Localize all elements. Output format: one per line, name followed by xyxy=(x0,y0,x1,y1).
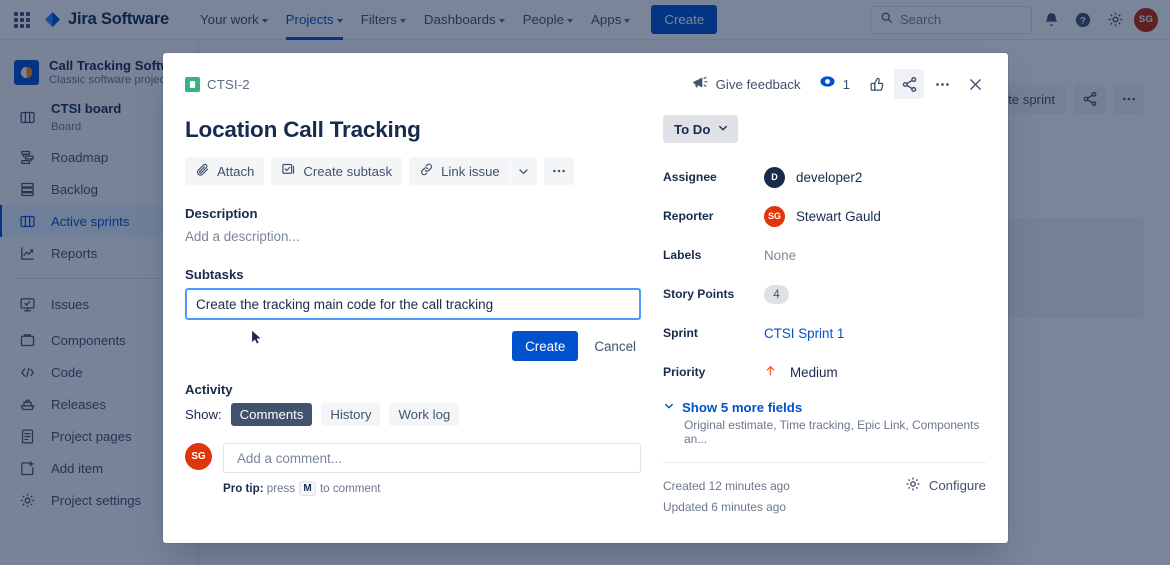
created-timestamp: Created 12 minutes ago xyxy=(663,479,790,493)
status-dropdown[interactable]: To Do xyxy=(663,115,739,143)
description-placeholder[interactable]: Add a description... xyxy=(185,227,641,246)
create-subtask-button[interactable]: Create subtask xyxy=(271,157,403,186)
add-comment-input[interactable]: Add a comment... xyxy=(223,443,641,474)
chevron-down-icon xyxy=(717,122,729,137)
issue-title[interactable]: Location Call Tracking xyxy=(185,116,641,144)
details-field-list: Assignee D developer2 Reporter SG Stewar… xyxy=(663,166,986,383)
issue-timestamps-row: Created 12 minutes ago Updated 6 minutes… xyxy=(663,476,986,518)
link-chain-icon xyxy=(419,162,434,180)
modal-body: Location Call Tracking Attach Create sub… xyxy=(163,101,1008,543)
attach-label: Attach xyxy=(217,163,255,179)
field-priority: Priority Medium xyxy=(663,361,986,383)
priority-value: Medium xyxy=(790,364,838,380)
field-sprint: Sprint CTSI Sprint 1 xyxy=(663,322,986,344)
tab-comments[interactable]: Comments xyxy=(230,403,313,427)
pro-tip-key: M xyxy=(299,481,316,497)
subtasks-label: Subtasks xyxy=(185,267,244,283)
avatar: SG xyxy=(764,205,785,227)
link-issue-split-button: Link issue xyxy=(409,157,537,186)
close-x-icon[interactable] xyxy=(960,69,990,99)
field-label: Reporter xyxy=(663,209,714,223)
more-horizontal-icon[interactable] xyxy=(927,69,957,99)
show-more-fields-subtext: Original estimate, Time tracking, Epic L… xyxy=(684,418,980,446)
show-label: Show: xyxy=(185,407,222,423)
updated-timestamp: Updated 6 minutes ago xyxy=(663,499,786,514)
field-value[interactable]: Medium xyxy=(764,363,838,381)
reporter-name: Stewart Gauld xyxy=(796,208,881,224)
more-horizontal-icon[interactable] xyxy=(543,157,574,186)
create-subtask-label: Create subtask xyxy=(303,163,393,179)
assignee-name: developer2 xyxy=(796,169,863,185)
field-story-points: Story Points 4 xyxy=(663,283,986,305)
watch-count: 1 xyxy=(842,76,850,92)
mouse-cursor xyxy=(251,330,262,350)
avatar: D xyxy=(764,166,785,188)
show-more-fields-label: Show 5 more fields xyxy=(682,400,803,415)
field-value[interactable]: SG Stewart Gauld xyxy=(764,205,881,227)
show-more-fields-header: Show 5 more fields xyxy=(663,400,986,415)
avatar: SG xyxy=(185,443,212,471)
give-feedback-label: Give feedback xyxy=(715,76,801,92)
issue-details-column: To Do Assignee D developer2 Reporter SG … xyxy=(663,101,1008,543)
story-points-value: 4 xyxy=(764,284,789,304)
megaphone-icon xyxy=(691,74,708,94)
pro-tip-text: Pro tip: press M to comment xyxy=(223,481,641,497)
subtask-summary-input[interactable] xyxy=(185,288,641,321)
field-assignee: Assignee D developer2 xyxy=(663,166,986,188)
description-label: Description xyxy=(185,206,258,222)
configure-button[interactable]: Configure xyxy=(905,476,986,495)
tab-history[interactable]: History xyxy=(321,403,381,427)
story-type-icon xyxy=(185,76,200,92)
show-more-fields-toggle[interactable]: Show 5 more fields Original estimate, Ti… xyxy=(663,400,986,446)
field-value[interactable]: D developer2 xyxy=(764,166,863,188)
field-reporter: Reporter SG Stewart Gauld xyxy=(663,205,986,227)
details-divider xyxy=(663,462,986,463)
tab-work-log[interactable]: Work log xyxy=(389,403,460,427)
modal-header-actions: Give feedback 1 xyxy=(684,68,990,100)
pro-tip-prefix: Pro tip: xyxy=(223,482,264,496)
field-label: Labels xyxy=(663,248,702,262)
app-root: ete sprint Call Tracking Software Classi… xyxy=(0,0,1170,565)
sprint-link[interactable]: CTSI Sprint 1 xyxy=(764,326,844,341)
pro-tip-suffix: to comment xyxy=(316,482,381,496)
field-value[interactable]: None xyxy=(764,248,796,263)
field-value[interactable]: CTSI Sprint 1 xyxy=(764,326,844,341)
field-value[interactable]: 4 xyxy=(764,284,789,304)
activity-filter-row: Show: Comments History Work log xyxy=(185,403,641,427)
field-label: Assignee xyxy=(663,170,717,184)
paperclip-icon xyxy=(195,162,210,180)
settings-gear-icon xyxy=(905,476,921,495)
priority-medium-up-arrow-icon xyxy=(764,363,777,381)
add-comment-row: SG Add a comment... xyxy=(185,443,641,474)
pro-tip-mid: press xyxy=(263,482,299,496)
configure-label: Configure xyxy=(928,478,986,493)
issue-timestamps: Created 12 minutes ago Updated 6 minutes… xyxy=(663,476,790,518)
field-label: Story Points xyxy=(663,287,735,301)
chevron-down-icon[interactable] xyxy=(510,157,537,186)
issue-action-toolbar: Attach Create subtask Link issue xyxy=(185,157,641,186)
modal-header: CTSI-2 Give feedback 1 xyxy=(163,53,1008,101)
field-label: Priority xyxy=(663,365,706,379)
subtask-checkbox-icon xyxy=(281,162,296,180)
issue-key-breadcrumb[interactable]: CTSI-2 xyxy=(185,76,250,92)
share-icon[interactable] xyxy=(894,69,924,99)
give-feedback-button[interactable]: Give feedback xyxy=(684,69,808,99)
link-issue-button[interactable]: Link issue xyxy=(409,157,510,186)
subtask-cancel-button[interactable]: Cancel xyxy=(589,339,641,354)
field-label: Sprint xyxy=(663,326,698,340)
attach-button[interactable]: Attach xyxy=(185,157,265,186)
issue-main-column: Location Call Tracking Attach Create sub… xyxy=(163,101,663,543)
chevron-down-icon xyxy=(663,400,675,415)
field-labels: Labels None xyxy=(663,244,986,266)
activity-label: Activity xyxy=(185,382,233,398)
thumbs-up-icon[interactable] xyxy=(861,69,891,99)
watch-eye-icon xyxy=(819,73,836,95)
status-label: To Do xyxy=(674,121,711,137)
watch-button[interactable]: 1 xyxy=(811,68,858,100)
link-issue-label: Link issue xyxy=(441,163,500,179)
issue-detail-modal: CTSI-2 Give feedback 1 Location Call Tra… xyxy=(163,53,1008,543)
subtask-create-button[interactable]: Create xyxy=(512,331,579,362)
issue-key-label: CTSI-2 xyxy=(207,76,250,92)
